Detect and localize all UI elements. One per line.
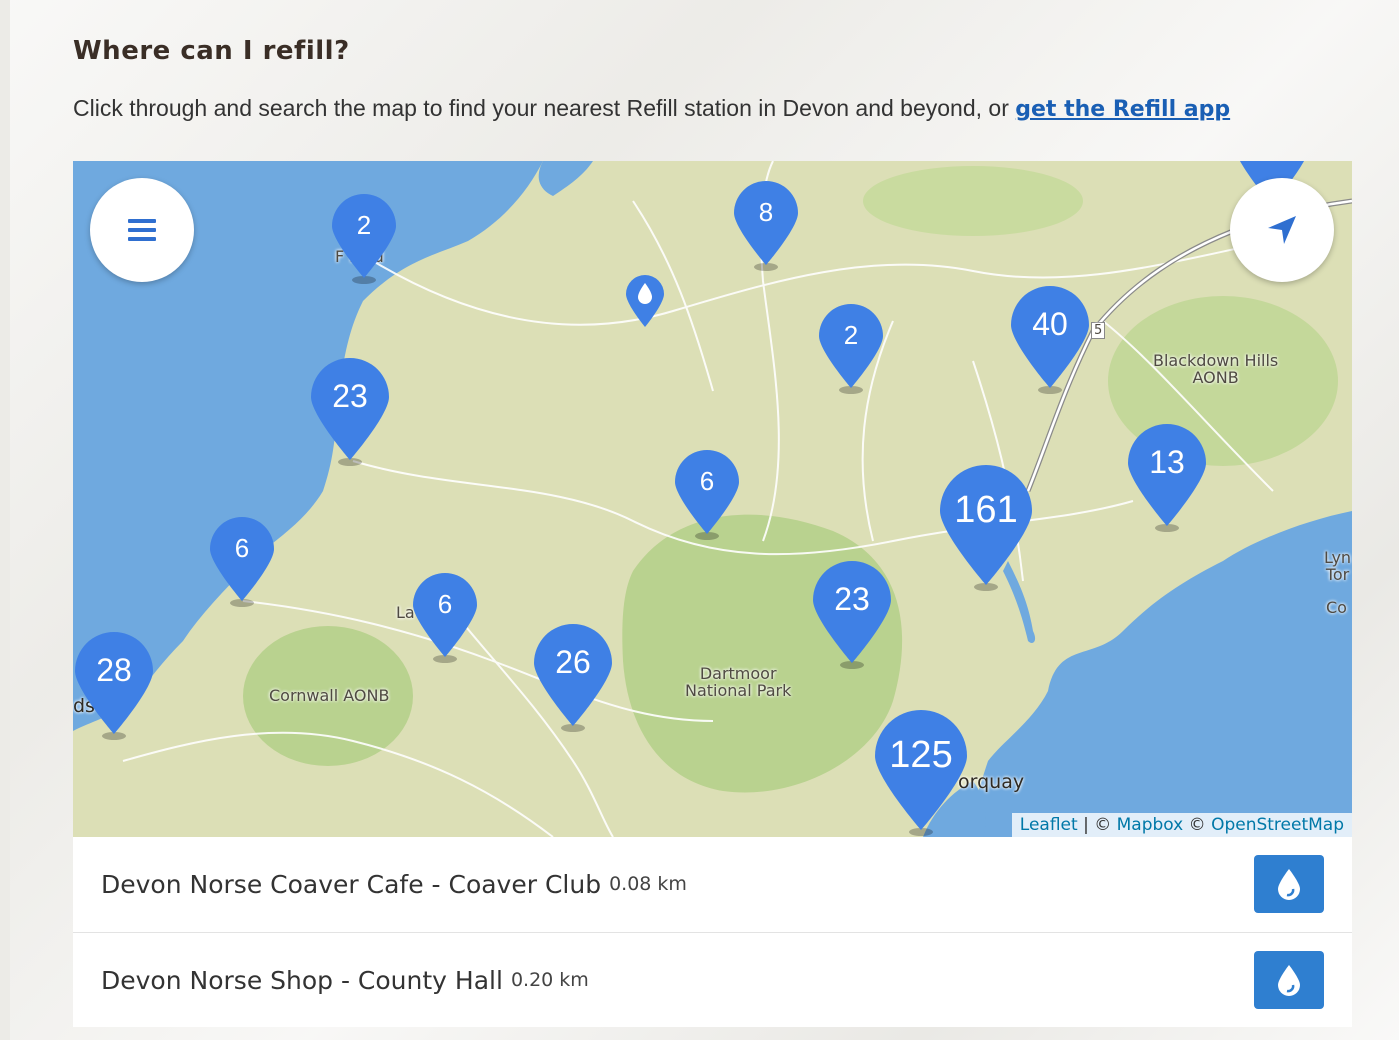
cluster-count: 13 xyxy=(1149,444,1185,481)
results-list: Devon Norse Coaver Cafe - Coaver Club 0.… xyxy=(73,837,1352,1027)
menu-button[interactable] xyxy=(90,178,194,282)
cluster-count: 26 xyxy=(555,644,591,681)
cluster-count: 2 xyxy=(843,320,859,351)
refill-map[interactable]: F land La ton Cornwall AONB Dartmoor Nat… xyxy=(73,161,1352,837)
cluster-marker[interactable]: 125 xyxy=(874,709,968,836)
result-row[interactable]: Devon Norse Coaver Cafe - Coaver Club 0.… xyxy=(73,837,1352,931)
menu-icon xyxy=(128,219,156,241)
cluster-count: 6 xyxy=(234,533,250,564)
page-title: Where can I refill? xyxy=(73,36,350,66)
attribution-sep-2: © xyxy=(1183,815,1212,835)
water-drop-icon xyxy=(1278,869,1300,900)
result-row[interactable]: Devon Norse Shop - County Hall 0.20 km xyxy=(73,932,1352,1027)
cluster-count: 2 xyxy=(356,210,372,241)
result-distance: 0.08 km xyxy=(609,873,687,895)
map-road-shield: 5 xyxy=(1091,322,1106,339)
cluster-marker[interactable]: 23 xyxy=(812,560,892,669)
cluster-marker[interactable]: 28 xyxy=(74,631,154,740)
cluster-marker[interactable]: 6 xyxy=(412,572,478,663)
cluster-marker[interactable]: 13 xyxy=(1127,423,1207,532)
cluster-marker[interactable]: 8 xyxy=(733,180,799,271)
cluster-marker[interactable]: 2 xyxy=(818,303,884,394)
cluster-marker[interactable]: 2 xyxy=(331,193,397,284)
map-attribution: Leaflet | © Mapbox © OpenStreetMap xyxy=(1011,813,1352,837)
cluster-marker[interactable]: 6 xyxy=(209,516,275,607)
leaflet-link[interactable]: Leaflet xyxy=(1020,815,1078,835)
mapbox-link[interactable]: Mapbox xyxy=(1117,815,1184,835)
cluster-count: 23 xyxy=(834,581,870,618)
map-label-blackdown-hills: Blackdown Hills AONB xyxy=(1153,351,1279,387)
openstreetmap-link[interactable]: OpenStreetMap xyxy=(1211,815,1344,835)
cluster-marker[interactable]: 161 xyxy=(939,464,1033,591)
locate-me-button[interactable] xyxy=(1230,178,1334,282)
cluster-marker[interactable]: 6 xyxy=(674,449,740,540)
cluster-count: 161 xyxy=(954,489,1018,532)
result-distance: 0.20 km xyxy=(510,969,589,991)
refill-station-button[interactable] xyxy=(1254,855,1324,913)
cluster-count: 28 xyxy=(96,652,132,689)
locate-arrow-icon xyxy=(1268,216,1296,244)
cluster-count: 8 xyxy=(758,197,774,228)
refill-station-button[interactable] xyxy=(1254,951,1324,1009)
intro-body: Click through and search the map to find… xyxy=(73,95,1016,121)
get-refill-app-link[interactable]: get the Refill app xyxy=(1015,97,1230,122)
cluster-marker[interactable]: 23 xyxy=(310,357,390,466)
cluster-marker[interactable]: 26 xyxy=(533,623,613,732)
result-name: Devon Norse Coaver Cafe - Coaver Club xyxy=(101,869,602,899)
cluster-count: 6 xyxy=(699,466,715,497)
result-name: Devon Norse Shop - County Hall xyxy=(101,965,503,995)
cluster-count: 40 xyxy=(1032,306,1068,343)
cluster-count: 6 xyxy=(437,589,453,620)
water-drop-icon xyxy=(1278,965,1300,996)
cluster-count: 125 xyxy=(889,734,953,777)
cluster-marker[interactable]: 40 xyxy=(1010,285,1090,394)
cluster-count: 23 xyxy=(332,378,368,415)
map-label-lyme: Lyn Tor xyxy=(1324,548,1352,584)
single-refill-marker[interactable] xyxy=(624,274,666,333)
attribution-sep: | © xyxy=(1077,815,1117,835)
intro-text: Click through and search the map to find… xyxy=(73,95,1230,122)
map-label-east-edge: Co xyxy=(1326,598,1347,617)
map-label-cornwall-aonb: Cornwall AONB xyxy=(269,686,390,705)
map-label-dartmoor: Dartmoor National Park xyxy=(685,664,792,700)
water-drop-icon xyxy=(626,275,664,327)
